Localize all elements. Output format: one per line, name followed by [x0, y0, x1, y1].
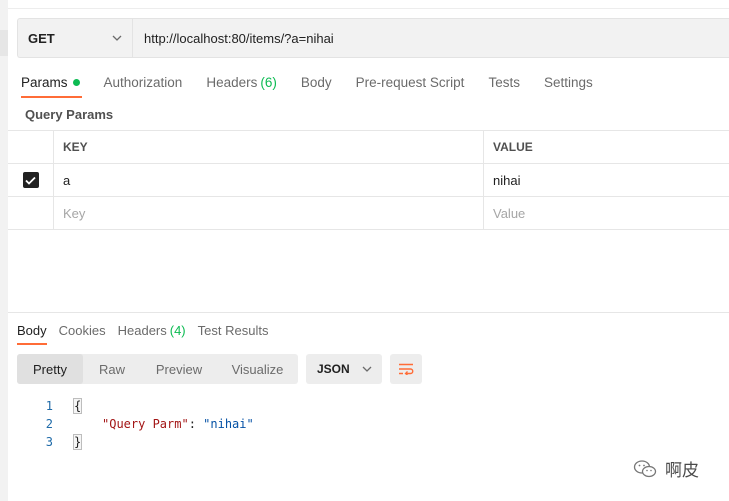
param-value: nihai: [493, 172, 521, 188]
resp-tab-cookies-label: Cookies: [58, 322, 106, 338]
row-check-cell: [8, 164, 54, 196]
params-active-dot: [72, 78, 80, 86]
wrap-lines-button[interactable]: [390, 354, 422, 384]
tab-headers[interactable]: Headers (6): [206, 70, 277, 94]
table-row-empty: Key Value: [8, 197, 729, 230]
format-label: JSON: [317, 362, 350, 376]
param-checkbox[interactable]: [22, 172, 39, 188]
top-strip: [8, 0, 729, 9]
url-bar: GET http://localhost:80/items/?a=nihai: [17, 18, 729, 58]
value-column-header: VALUE: [493, 140, 533, 154]
resp-tab-cookies[interactable]: Cookies: [59, 320, 106, 340]
line-number: 1: [45, 399, 53, 413]
params-table: KEY VALUE a nihai Key Value: [8, 130, 729, 230]
empty-check-cell: [8, 197, 54, 229]
key-placeholder: Key: [63, 205, 86, 221]
tab-tests[interactable]: Tests: [488, 70, 520, 94]
request-tabs: Params Authorization Headers (6) Body Pre…: [21, 70, 617, 98]
response-divider: [8, 312, 729, 313]
left-gutter: [0, 0, 8, 501]
view-raw[interactable]: Raw: [83, 354, 141, 384]
view-pretty[interactable]: Pretty: [17, 354, 83, 384]
table-row: a nihai: [8, 164, 729, 197]
param-key: a: [63, 172, 71, 188]
resp-tab-headers[interactable]: Headers (4): [118, 320, 186, 340]
key-column-header: KEY: [54, 131, 484, 163]
gutter-mark: [0, 30, 8, 56]
chevron-down-icon: [362, 366, 372, 372]
chevron-down-icon: [112, 35, 122, 41]
method-label: GET: [28, 30, 55, 46]
line-number: 3: [45, 435, 53, 449]
tab-pre-request-script[interactable]: Pre-request Script: [356, 70, 465, 94]
headers-count: (6): [260, 74, 277, 90]
watermark: 啊皮: [633, 456, 699, 481]
tab-params[interactable]: Params: [21, 70, 82, 98]
resp-tab-headers-label: Headers: [117, 322, 167, 338]
resp-tab-test-results-label: Test Results: [197, 322, 269, 338]
url-text: http://localhost:80/items/?a=nihai: [144, 30, 334, 46]
line-number: 2: [45, 417, 53, 431]
check-icon: [25, 176, 36, 185]
param-key-cell[interactable]: a: [54, 164, 484, 196]
tab-headers-label: Headers: [206, 74, 258, 90]
tab-body[interactable]: Body: [301, 70, 332, 94]
method-select[interactable]: GET: [18, 19, 133, 57]
params-header-row: KEY VALUE: [8, 131, 729, 164]
view-mode-toggle: Pretty Raw Preview Visualize: [17, 354, 298, 384]
tab-authorization[interactable]: Authorization: [104, 70, 183, 94]
tab-body-label: Body: [300, 74, 332, 90]
value-placeholder: Value: [493, 205, 526, 221]
view-preview[interactable]: Preview: [141, 354, 217, 384]
wrap-lines-icon: [399, 363, 414, 375]
open-brace: {: [72, 398, 83, 414]
tab-params-label: Params: [21, 74, 68, 90]
resp-tab-body[interactable]: Body: [17, 320, 47, 345]
watermark-text: 啊皮: [665, 461, 699, 480]
new-value-input[interactable]: Value: [484, 197, 729, 229]
resp-headers-count: (4): [169, 322, 186, 338]
response-body-code[interactable]: 1{ 2 "Query Parm": "nihai" 3}: [30, 397, 254, 451]
tab-tests-label: Tests: [488, 74, 520, 90]
url-input[interactable]: http://localhost:80/items/?a=nihai: [133, 19, 729, 57]
query-params-title: Query Params: [25, 107, 114, 122]
json-value: "nihai": [203, 417, 254, 431]
tab-pre-request-label: Pre-request Script: [355, 74, 465, 90]
code-line: 3}: [30, 433, 254, 451]
view-visualize[interactable]: Visualize: [217, 354, 298, 384]
json-colon: :: [188, 417, 204, 431]
format-select[interactable]: JSON: [306, 354, 382, 384]
tab-settings[interactable]: Settings: [544, 70, 593, 94]
resp-tab-body-label: Body: [17, 322, 47, 338]
json-key: "Query Parm": [102, 417, 189, 431]
param-value-cell[interactable]: nihai: [484, 164, 729, 196]
wechat-icon: [633, 459, 657, 477]
tab-settings-label: Settings: [543, 74, 593, 90]
close-brace: }: [72, 434, 83, 450]
resp-tab-test-results[interactable]: Test Results: [198, 320, 269, 340]
header-check-cell: [8, 131, 54, 163]
code-line: 1{: [30, 397, 254, 415]
code-line: 2 "Query Parm": "nihai": [30, 415, 254, 433]
new-key-input[interactable]: Key: [54, 197, 484, 229]
tab-authorization-label: Authorization: [103, 74, 183, 90]
response-tabs: Body Cookies Headers (4) Test Results: [17, 320, 280, 345]
